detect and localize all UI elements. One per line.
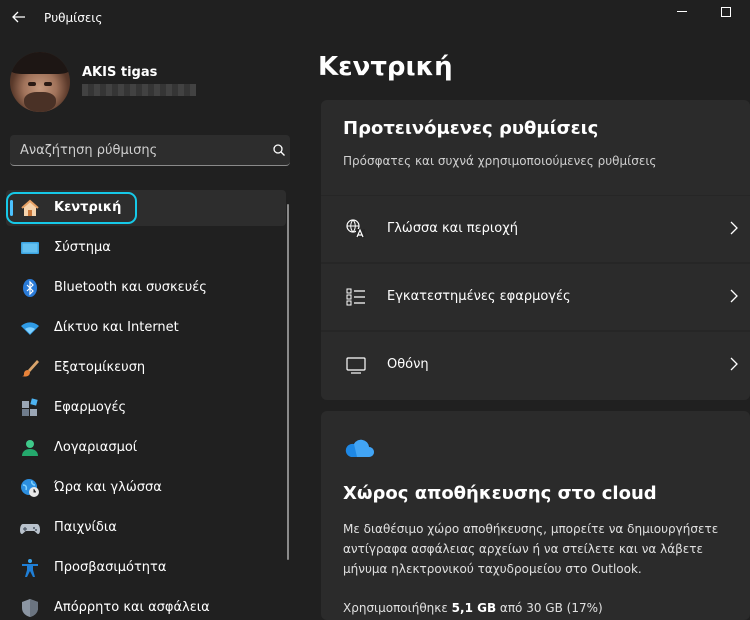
system-icon [21,242,39,254]
cloud-description: Με διαθέσιμο χώρο αποθήκευσης, μπορείτε … [343,522,719,576]
sidebar-item-personalization[interactable]: Εξατομίκευση [6,350,286,386]
maximize-button[interactable] [712,2,740,22]
sidebar-item-label: Εξατομίκευση [54,360,146,375]
sidebar-scrollbar[interactable] [287,204,289,560]
sidebar-item-label: Σύστημα [54,240,111,255]
sidebar-item-label: Ώρα και γλώσσα [54,480,162,495]
sidebar-item-accounts[interactable]: Λογαριασμοί [6,430,286,466]
card-title: Προτεινόμενες ρυθμίσεις [343,118,599,139]
page-title: Κεντρική [318,52,453,82]
sidebar-item-accessibility[interactable]: Προσβασιμότητα [6,550,286,586]
row-display[interactable]: Οθόνη [321,332,750,400]
usage-prefix: Χρησιμοποιήθηκε [343,601,448,615]
sidebar-item-privacy[interactable]: Απόρρητο και ασφάλεια [6,590,286,620]
brush-icon [22,360,39,377]
sidebar-item-system[interactable]: Σύστημα [6,230,286,266]
sidebar-item-label: Λογαριασμοί [54,440,138,455]
user-name: AKIS tigas [82,65,158,80]
cloud-storage-card: Χώρος αποθήκευσης στο cloud Με διαθέσιμο… [321,411,750,620]
sidebar-nav: Κεντρική Σύστημα Bluetooth και συσκευές … [6,188,286,620]
recommended-settings-card: Προτεινόμενες ρυθμίσεις Πρόσφατες και συ… [321,100,750,400]
app-title: Ρυθμίσεις [44,11,103,25]
cloud-usage: Χρησιμοποιήθηκε 5,1 GB από 30 GB (17%) [343,601,603,615]
chevron-right-icon [730,289,738,303]
usage-used: 5,1 GB [451,601,497,615]
bluetooth-icon [23,279,37,297]
wifi-icon [21,322,39,335]
sidebar-item-home[interactable]: Κεντρική [6,190,286,226]
globe-clock-icon [21,479,39,497]
cloud-title: Χώρος αποθήκευσης στο cloud [343,483,657,504]
list-icon [346,288,365,306]
row-language-region[interactable]: Γλώσσα και περιοχή [321,196,750,262]
sidebar-item-apps[interactable]: Εφαρμογές [6,390,286,426]
search-input[interactable] [10,135,260,165]
chevron-right-icon [730,357,738,371]
search-box[interactable] [10,135,290,166]
sidebar-item-label: Εφαρμογές [54,400,127,415]
card-subtitle: Πρόσφατες και συχνά χρησιμοποιούμενες ρυ… [343,154,657,168]
usage-suffix: από 30 GB (17%) [499,601,603,615]
arrow-left-icon [12,11,25,23]
account-icon [22,440,38,456]
accessibility-icon [22,559,38,577]
sidebar-item-time-language[interactable]: Ώρα και γλώσσα [6,470,286,506]
row-label: Γλώσσα και περιοχή [387,221,518,236]
row-installed-apps[interactable]: Εγκατεστημένες εφαρμογές [321,264,750,330]
avatar[interactable] [10,52,70,112]
maximize-icon [721,7,731,17]
search-icon[interactable] [272,143,286,157]
minimize-button[interactable] [668,2,696,22]
minimize-icon [677,11,687,12]
sidebar-item-label: Bluetooth και συσκευές [54,280,207,295]
sidebar-item-network[interactable]: Δίκτυο και Internet [6,310,286,346]
sidebar-item-label: Παιχνίδια [54,520,117,535]
row-label: Οθόνη [387,357,429,372]
user-email-redacted [82,84,196,96]
cloud-icon [345,439,374,457]
sidebar-item-label: Δίκτυο και Internet [54,320,179,335]
gamepad-icon [20,524,40,534]
sidebar-item-label: Προσβασιμότητα [54,560,167,575]
language-icon [346,219,365,238]
display-icon [346,357,366,374]
row-label: Εγκατεστημένες εφαρμογές [387,289,571,304]
back-button[interactable] [6,4,32,30]
chevron-right-icon [730,221,738,235]
sidebar-item-gaming[interactable]: Παιχνίδια [6,510,286,546]
apps-icon [22,398,38,416]
sidebar-item-label: Απόρρητο και ασφάλεια [54,600,210,615]
shield-icon [22,599,38,617]
highlight-ring [6,192,137,224]
title-bar: Ρυθμίσεις [0,0,750,36]
sidebar-item-bluetooth[interactable]: Bluetooth και συσκευές [6,270,286,306]
